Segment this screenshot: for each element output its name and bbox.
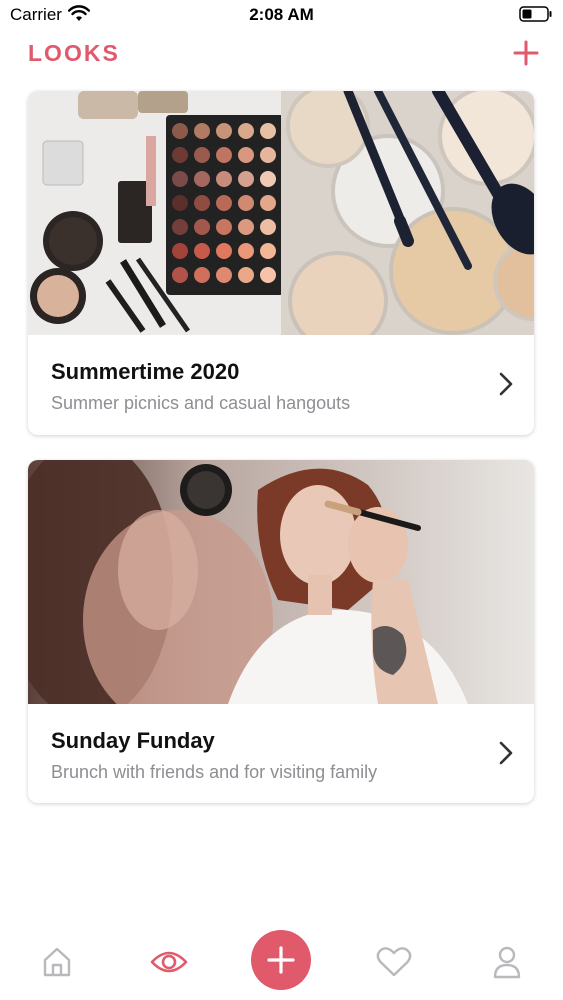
page-title: LOOKS <box>28 40 120 66</box>
look-subtitle: Brunch with friends and for visiting fam… <box>51 762 378 782</box>
add-look-plus-icon[interactable] <box>511 38 541 68</box>
tab-bar <box>0 920 563 1000</box>
person-icon <box>493 946 521 979</box>
look-card-sunday-funday[interactable]: Sunday Funday Brunch with friends and fo… <box>28 460 534 803</box>
makeup-palette-and-brushes-photo <box>28 91 534 335</box>
tab-favorites[interactable] <box>374 942 414 982</box>
look-subtitle: Summer picnics and casual hangouts <box>51 393 351 413</box>
battery-icon <box>519 6 552 22</box>
home-icon <box>43 947 71 977</box>
look-title: Summertime 2020 <box>51 359 240 384</box>
add-button[interactable] <box>251 930 311 990</box>
look-card-summertime[interactable]: Summertime 2020 Summer picnics and casua… <box>28 91 534 435</box>
chevron-right-icon <box>499 372 513 396</box>
look-title: Sunday Funday <box>51 728 215 753</box>
clock: 2:08 AM <box>249 5 314 24</box>
woman-applying-makeup-photo <box>28 460 534 704</box>
tab-home[interactable] <box>37 942 77 982</box>
status-bar: Carrier 2:08 AM <box>0 0 563 30</box>
eye-icon <box>150 951 188 973</box>
tab-profile[interactable] <box>487 942 527 982</box>
tab-looks[interactable] <box>149 942 189 982</box>
chevron-right-icon <box>499 741 513 765</box>
heart-icon <box>376 947 412 977</box>
plus-icon <box>267 946 295 974</box>
